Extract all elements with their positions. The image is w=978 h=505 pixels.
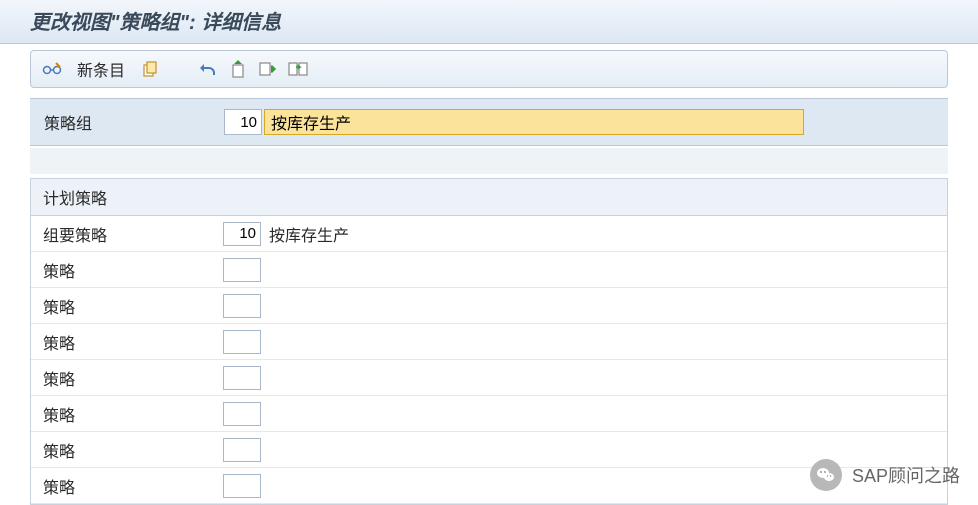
strategy-code-input[interactable] (223, 366, 261, 390)
table-row: 策略 (31, 252, 947, 288)
glasses-edit-icon[interactable] (41, 58, 63, 80)
strategy-code-input[interactable] (223, 258, 261, 282)
toolbar: 新条目 (30, 50, 948, 88)
strategy-desc: 按库存生产 (269, 222, 349, 246)
row-label: 策略 (43, 330, 223, 354)
page-right-icon[interactable] (257, 58, 279, 80)
row-label: 策略 (43, 438, 223, 462)
row-label: 策略 (43, 474, 223, 498)
strategy-group-code-input[interactable] (224, 109, 262, 135)
row-label: 策略 (43, 366, 223, 390)
strategy-code-input[interactable] (223, 402, 261, 426)
header-row: 策略组 (30, 98, 948, 146)
strategy-group-desc-input[interactable] (264, 109, 804, 135)
copy-icon[interactable] (139, 58, 161, 80)
page-up-icon[interactable] (227, 58, 249, 80)
new-entry-button[interactable]: 新条目 (77, 57, 125, 81)
row-label: 组要策略 (43, 222, 223, 246)
section-title: 计划策略 (31, 179, 947, 216)
table-row: 策略 (31, 288, 947, 324)
row-label: 策略 (43, 294, 223, 318)
wechat-icon (810, 459, 842, 491)
undo-icon[interactable] (197, 58, 219, 80)
row-label: 策略 (43, 402, 223, 426)
strategy-code-input[interactable] (223, 294, 261, 318)
table-row: 策略 (31, 324, 947, 360)
strategy-group-label: 策略组 (44, 110, 224, 134)
watermark: SAP顾问之路 (810, 459, 960, 491)
strategy-code-input[interactable] (223, 222, 261, 246)
strategy-code-input[interactable] (223, 330, 261, 354)
page-swap-icon[interactable] (287, 58, 309, 80)
watermark-text: SAP顾问之路 (852, 462, 960, 488)
table-row: 组要策略 按库存生产 (31, 216, 947, 252)
title-bar: 更改视图"策略组": 详细信息 (0, 0, 978, 44)
row-label: 策略 (43, 258, 223, 282)
spacer (30, 148, 948, 174)
page-title: 更改视图"策略组": 详细信息 (30, 12, 281, 34)
strategy-code-input[interactable] (223, 438, 261, 462)
plan-strategy-section: 计划策略 组要策略 按库存生产 策略 策略 策略 策略 策略 策略 策略 (30, 178, 948, 505)
table-row: 策略 (31, 360, 947, 396)
strategy-code-input[interactable] (223, 474, 261, 498)
table-row: 策略 (31, 396, 947, 432)
